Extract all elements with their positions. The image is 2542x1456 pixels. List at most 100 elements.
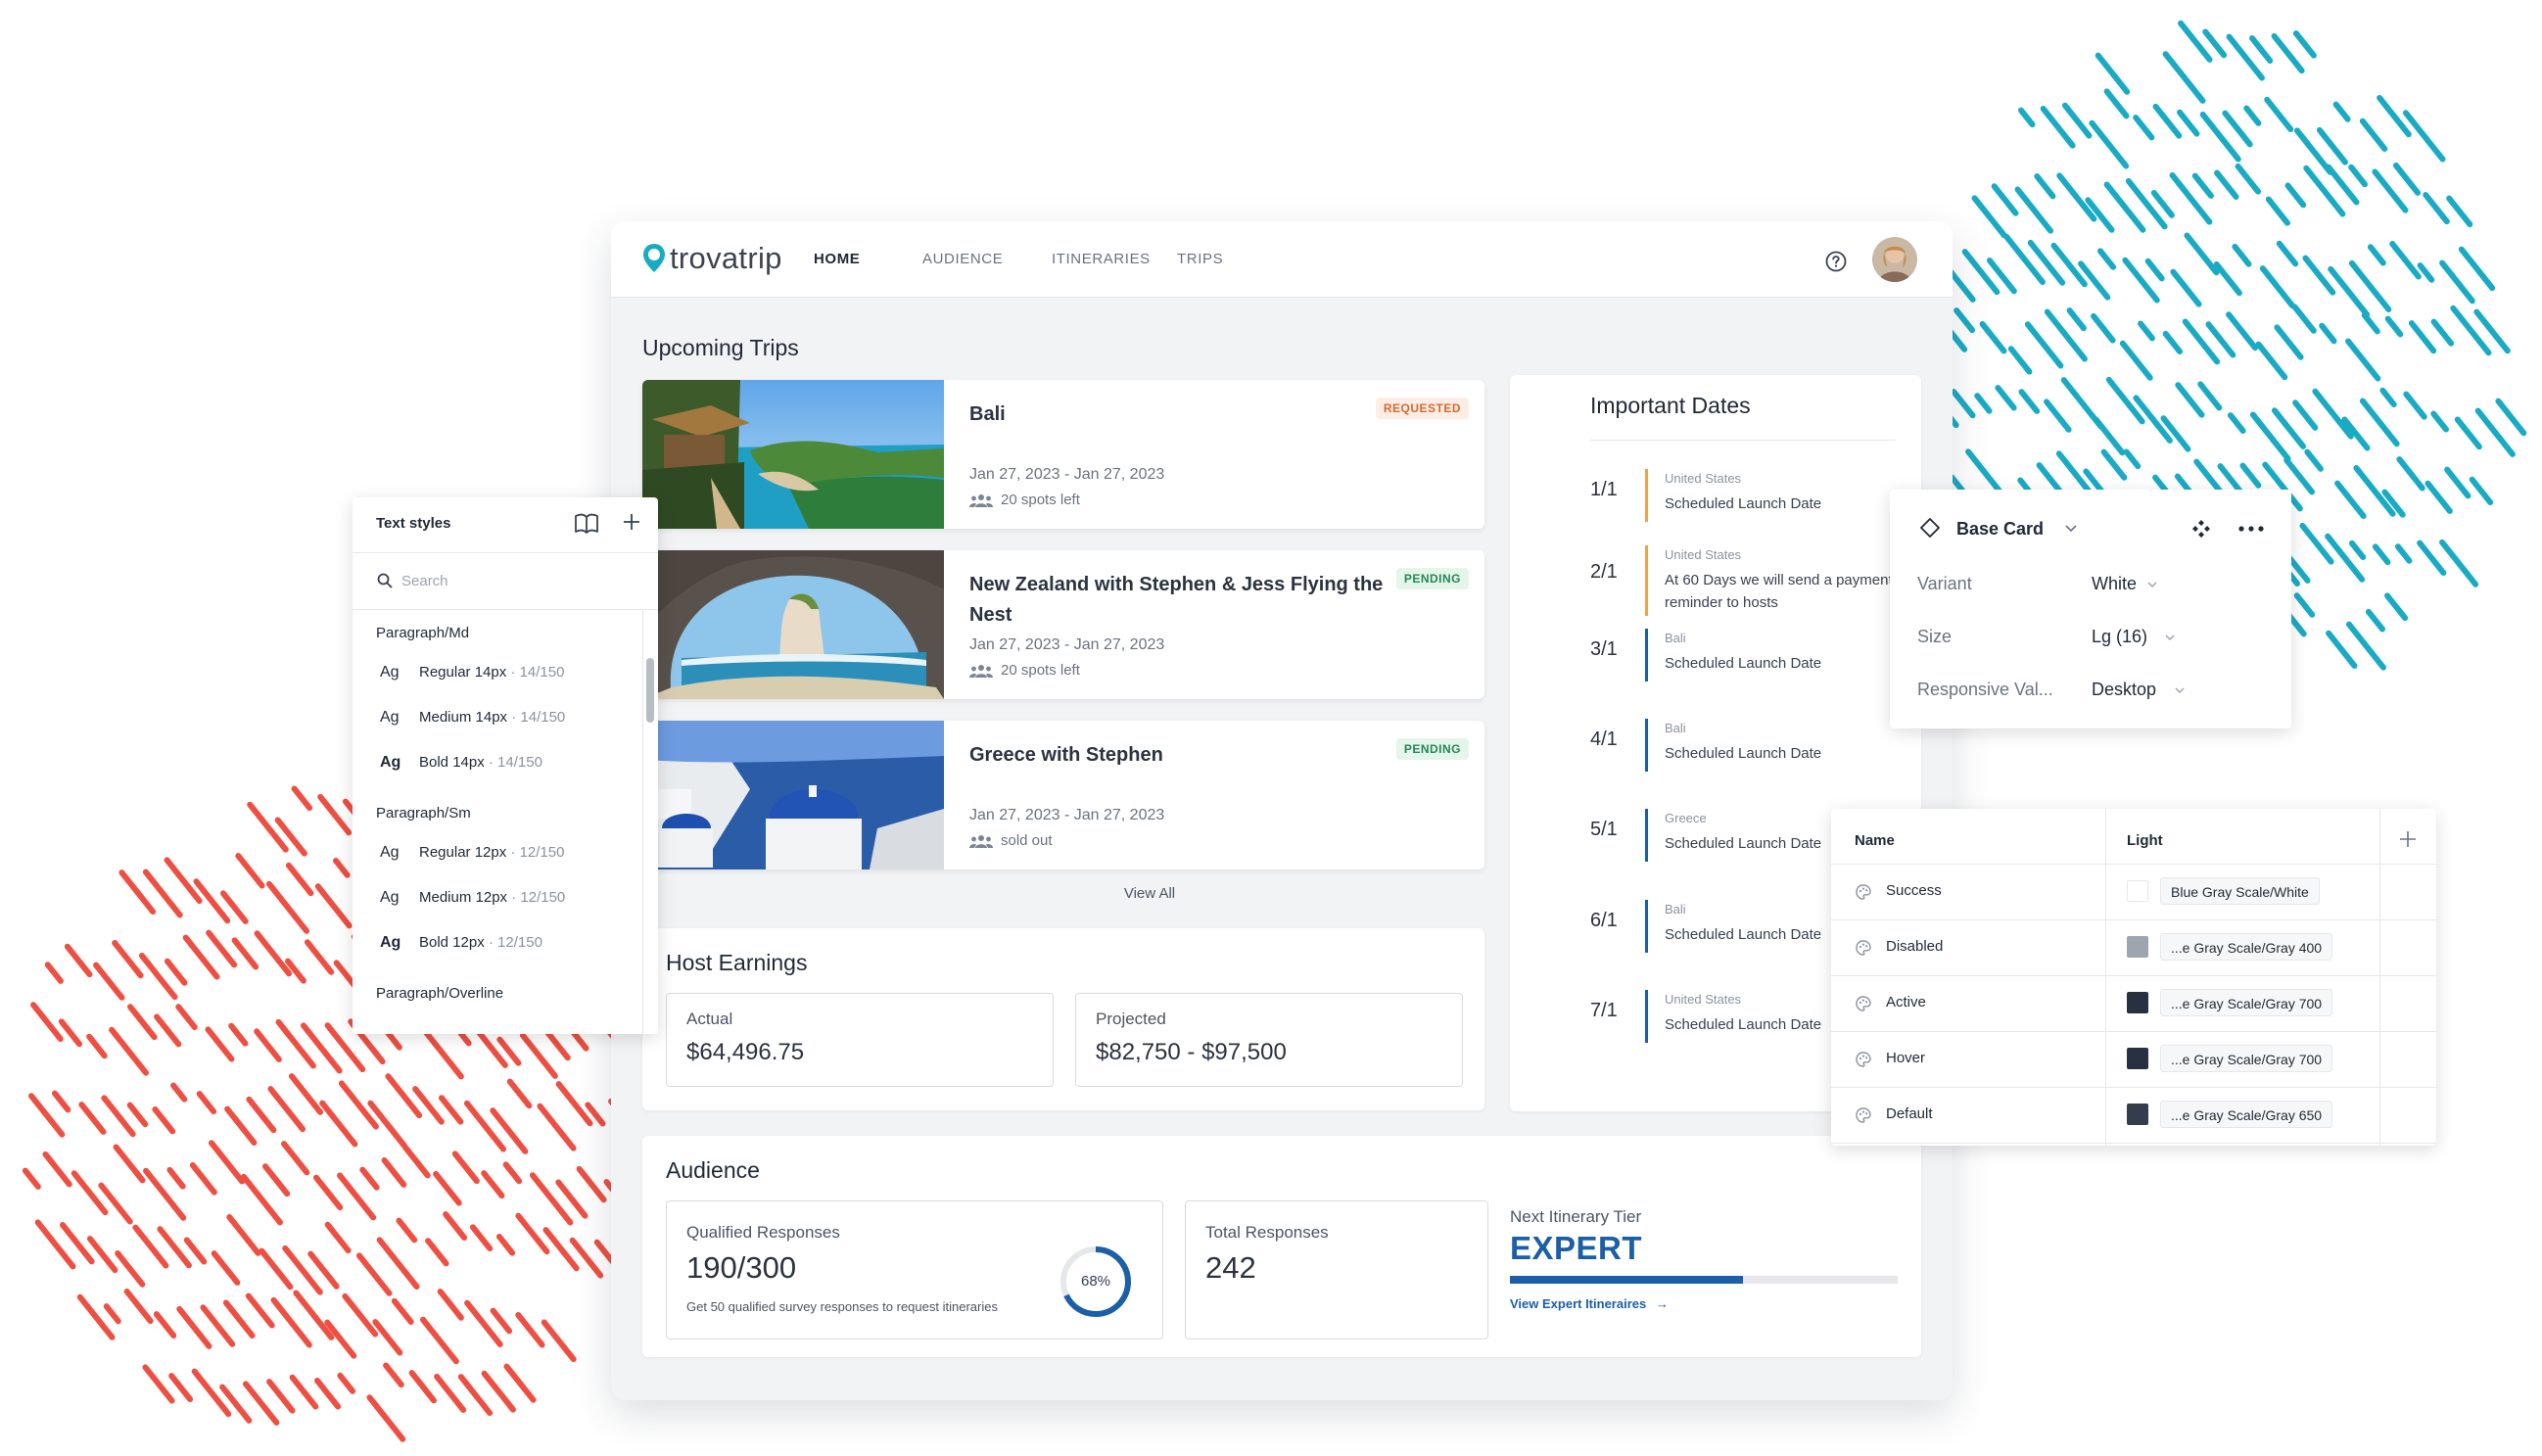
book-icon[interactable] xyxy=(574,513,599,535)
decorative-dash xyxy=(2417,262,2435,283)
decorative-dash xyxy=(2458,246,2496,292)
token-row[interactable]: Hover ...e Gray Scale/Gray 700 xyxy=(1831,1031,2436,1087)
decorative-dash xyxy=(541,1319,577,1363)
decorative-dash xyxy=(2361,311,2380,335)
trip-name: Greece with Stephen xyxy=(969,744,1163,766)
variant-value[interactable]: White xyxy=(2092,574,2137,594)
responsive-value[interactable]: Desktop xyxy=(2092,680,2156,700)
text-style-item[interactable]: Ag Medium 12px · 12/150 xyxy=(380,889,565,907)
decorative-dash xyxy=(226,1214,261,1256)
important-dates-title: Important Dates xyxy=(1590,393,1751,418)
text-style-group[interactable]: Paragraph/Md xyxy=(376,625,469,641)
token-value-chip[interactable]: ...e Gray Scale/Gray 700 xyxy=(2160,989,2333,1016)
text-style-item[interactable]: Ag Regular 12px · 12/150 xyxy=(380,844,564,862)
date-indicator-bar xyxy=(1645,719,1648,772)
decorative-dash xyxy=(2007,346,2033,375)
decorative-dash xyxy=(2444,466,2471,499)
token-row[interactable]: Success Blue Gray Scale/White xyxy=(1831,864,2436,919)
search-icon xyxy=(377,573,393,588)
decorative-dash xyxy=(2408,320,2437,354)
component-instance-icon xyxy=(1920,518,1940,538)
scrollbar-thumb[interactable] xyxy=(646,658,654,723)
token-value-chip[interactable]: ...e Gray Scale/Gray 700 xyxy=(2160,1045,2333,1072)
nav-itineraries[interactable]: ITINERARIES xyxy=(1052,251,1151,267)
trip-card-new-zealand[interactable]: New Zealand with Stephen & Jess Flying t… xyxy=(642,550,1484,699)
decorative-dash xyxy=(324,1319,357,1359)
decorative-dash xyxy=(2345,338,2381,382)
important-date-row: 3/1 Bali Scheduled Launch Date xyxy=(1590,629,1904,687)
decorative-dash xyxy=(481,1370,516,1413)
text-style-item[interactable]: Ag Bold 14px · 14/150 xyxy=(380,754,542,772)
token-name: Default xyxy=(1886,1105,1933,1122)
decorative-dash xyxy=(28,1093,66,1138)
decorative-dash xyxy=(235,853,265,889)
chevron-down-icon[interactable] xyxy=(2174,685,2186,695)
token-row[interactable]: Disabled ...e Gray Scale/Gray 400 xyxy=(1831,919,2436,975)
decorative-dash xyxy=(285,862,314,897)
decorative-dash xyxy=(2325,533,2366,583)
more-options-icon[interactable] xyxy=(2236,519,2266,539)
token-row[interactable]: Default ...e Gray Scale/Gray 650 xyxy=(1831,1087,2436,1143)
date-description: Scheduled Launch Date xyxy=(1665,745,1822,762)
decorative-dash xyxy=(2353,464,2396,517)
text-style-group[interactable]: Paragraph/Sm xyxy=(376,805,471,822)
decorative-dash xyxy=(78,1102,107,1135)
decorative-dash xyxy=(30,1002,64,1043)
trip-card-bali[interactable]: Bali Jan 27, 2023 - Jan 27, 2023 20 spot… xyxy=(642,380,1484,529)
base-card-title[interactable]: Base Card xyxy=(1956,519,2044,540)
chevron-down-icon[interactable] xyxy=(2146,580,2158,589)
date-country: United States xyxy=(1665,547,1742,562)
nav-audience[interactable]: AUDIENCE xyxy=(922,251,1003,267)
plus-icon[interactable] xyxy=(2397,828,2419,850)
plus-icon[interactable] xyxy=(621,511,642,533)
text-style-item[interactable]: Ag Regular 14px · 14/150 xyxy=(380,664,564,681)
decorative-dash xyxy=(132,1224,169,1269)
text-style-item[interactable]: Ag Bold 12px · 12/150 xyxy=(380,934,542,952)
decorative-dash xyxy=(274,817,307,857)
decorative-dash xyxy=(314,1377,342,1410)
text-styles-search-input[interactable] xyxy=(401,569,617,592)
decorative-dash xyxy=(2249,35,2274,64)
nav-trips[interactable]: TRIPS xyxy=(1177,251,1223,267)
decorative-dash xyxy=(2050,242,2088,288)
token-row[interactable]: Active ...e Gray Scale/Gray 700 xyxy=(1831,975,2436,1031)
decorative-dash xyxy=(2034,173,2056,200)
decorative-dash xyxy=(515,1311,545,1348)
trip-dates: Jan 27, 2023 - Jan 27, 2023 xyxy=(969,466,1165,483)
variant-label: Variant xyxy=(1917,574,1972,593)
dates-divider xyxy=(1590,440,1896,441)
trovatrip-logo[interactable]: trovatrip xyxy=(640,241,782,276)
chevron-down-icon[interactable] xyxy=(2164,633,2176,642)
chevron-down-icon[interactable] xyxy=(2064,523,2078,535)
decorative-dash xyxy=(115,1250,146,1288)
decorative-dash xyxy=(2384,592,2409,622)
token-value-chip[interactable]: ...e Gray Scale/Gray 400 xyxy=(2160,933,2333,961)
decorative-dash xyxy=(2293,127,2333,175)
user-avatar[interactable] xyxy=(1872,237,1917,282)
decorative-dash xyxy=(412,1086,445,1125)
decorative-dash xyxy=(2243,105,2262,126)
view-expert-itineraries-link[interactable]: View Expert Itineraires → xyxy=(1510,1296,1669,1311)
decorative-dash xyxy=(183,1237,208,1265)
decorative-dash xyxy=(490,1307,513,1335)
text-style-item[interactable]: Ag Medium 14px · 14/150 xyxy=(380,709,565,727)
decorative-dash xyxy=(2454,416,2482,450)
nav-home[interactable]: HOME xyxy=(814,251,860,267)
size-value[interactable]: Lg (16) xyxy=(2092,627,2147,647)
decorative-dash xyxy=(355,1252,393,1296)
text-style-meta: · 12/150 xyxy=(488,934,542,951)
trip-card-greece[interactable]: Greece with Stephen Jan 27, 2023 - Jan 2… xyxy=(642,721,1484,869)
components-icon[interactable] xyxy=(2191,519,2211,539)
decorative-dash xyxy=(246,1096,277,1134)
decorative-dash xyxy=(2326,630,2358,670)
trip-name: Bali xyxy=(969,403,1006,425)
decorative-dash xyxy=(359,1166,380,1191)
text-style-group[interactable]: Paragraph/Overline xyxy=(376,985,503,1002)
decorative-dash xyxy=(2150,190,2175,218)
token-value-chip[interactable]: ...e Gray Scale/Gray 650 xyxy=(2160,1101,2333,1128)
help-circle-icon[interactable] xyxy=(1825,251,1847,272)
token-value-chip[interactable]: Blue Gray Scale/White xyxy=(2160,877,2320,905)
base-card-panel: Base Card Variant White Size Lg (16) Res… xyxy=(1890,490,2291,728)
view-all-link[interactable]: View All xyxy=(1037,885,1262,902)
decorative-dash xyxy=(391,1297,414,1326)
